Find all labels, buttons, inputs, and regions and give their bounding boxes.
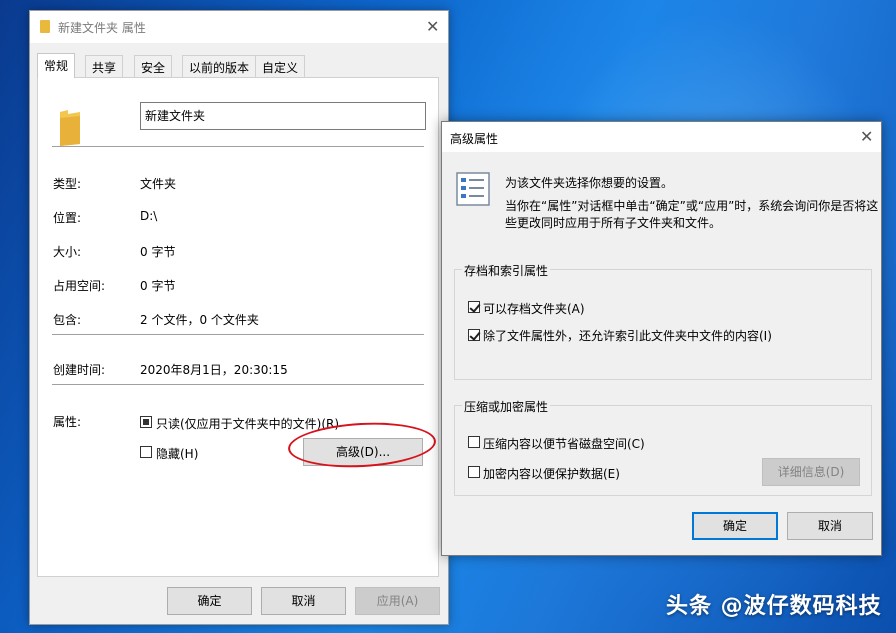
hidden-label: 隐藏(H): [156, 447, 199, 461]
advanced-attributes-dialog: 高级属性 ✕ 为该文件夹选择你想要的设置。 当你在“属性”对话框中单击“确定”或…: [441, 121, 882, 556]
apply-button[interactable]: 应用(A): [355, 587, 440, 615]
archive-index-group: [454, 269, 872, 380]
location-value: D:\: [140, 209, 158, 223]
divider: [52, 334, 424, 335]
hidden-checkbox[interactable]: [140, 446, 152, 458]
created-label: 创建时间:: [53, 363, 106, 377]
advanced-title: 高级属性: [450, 132, 499, 146]
location-label: 位置:: [53, 211, 82, 225]
compress-checkbox[interactable]: [468, 436, 480, 448]
folder-icon: [60, 110, 80, 146]
properties-dialog: 新建文件夹 属性 ✕ 常规 共享 安全 以前的版本 自定义 新建文件夹 类型: …: [29, 10, 449, 625]
checklist-icon: [456, 172, 490, 206]
divider: [52, 384, 424, 385]
contains-label: 包含:: [53, 313, 82, 327]
type-value: 文件夹: [140, 177, 177, 191]
compress-group-title: 压缩或加密属性: [462, 398, 551, 415]
ok-button[interactable]: 确定: [167, 587, 252, 615]
size-value: 0 字节: [140, 245, 176, 259]
cancel-button[interactable]: 取消: [261, 587, 346, 615]
index-label: 除了文件属性外，还允许索引此文件夹中文件的内容(I): [483, 329, 772, 343]
readonly-checkbox[interactable]: [140, 416, 152, 428]
advanced-titlebar[interactable]: 高级属性 ✕: [442, 122, 881, 152]
folder-icon: [40, 20, 50, 33]
readonly-label: 只读(仅应用于文件夹中的文件)(R): [156, 417, 340, 431]
attributes-label: 属性:: [53, 415, 82, 429]
cancel-button[interactable]: 取消: [787, 512, 873, 540]
tab-security[interactable]: 安全: [134, 55, 173, 77]
general-panel: 新建文件夹 类型: 文件夹 位置: D:\ 大小: 0 字节 占用空间: 0 字…: [37, 77, 439, 577]
size-on-disk-value: 0 字节: [140, 279, 176, 293]
ok-button[interactable]: 确定: [692, 512, 778, 540]
advanced-desc-line1: 为该文件夹选择你想要的设置。: [505, 176, 674, 190]
type-label: 类型:: [53, 177, 82, 191]
folder-name-input[interactable]: 新建文件夹: [140, 102, 426, 130]
tab-sharing[interactable]: 共享: [85, 55, 124, 77]
contains-value: 2 个文件，0 个文件夹: [140, 313, 259, 327]
advanced-desc-line2: 当你在“属性”对话框中单击“确定”或“应用”时，系统会询问你是否将这: [505, 199, 879, 213]
size-on-disk-label: 占用空间:: [53, 279, 106, 293]
advanced-desc-line3: 些更改同时应用于所有子文件夹和文件。: [505, 216, 722, 230]
details-button[interactable]: 详细信息(D): [762, 458, 860, 486]
archive-label: 可以存档文件夹(A): [483, 302, 585, 316]
tab-customize[interactable]: 自定义: [255, 55, 306, 77]
properties-title: 新建文件夹 属性: [58, 21, 146, 35]
size-label: 大小:: [53, 245, 82, 259]
properties-titlebar[interactable]: 新建文件夹 属性 ✕: [30, 11, 448, 43]
tab-general[interactable]: 常规: [37, 53, 76, 78]
compress-label: 压缩内容以便节省磁盘空间(C): [483, 437, 645, 451]
watermark: 头条 @波仔数码科技: [666, 594, 882, 619]
encrypt-label: 加密内容以便保护数据(E): [483, 467, 620, 481]
divider: [52, 146, 424, 147]
close-icon[interactable]: ✕: [860, 129, 873, 145]
created-value: 2020年8月1日，20:30:15: [140, 363, 288, 377]
index-checkbox[interactable]: [468, 329, 480, 341]
encrypt-checkbox[interactable]: [468, 466, 480, 478]
tab-previous-versions[interactable]: 以前的版本: [182, 55, 257, 77]
archive-group-title: 存档和索引属性: [462, 262, 551, 279]
archive-checkbox[interactable]: [468, 301, 480, 313]
close-icon[interactable]: ✕: [426, 19, 439, 35]
